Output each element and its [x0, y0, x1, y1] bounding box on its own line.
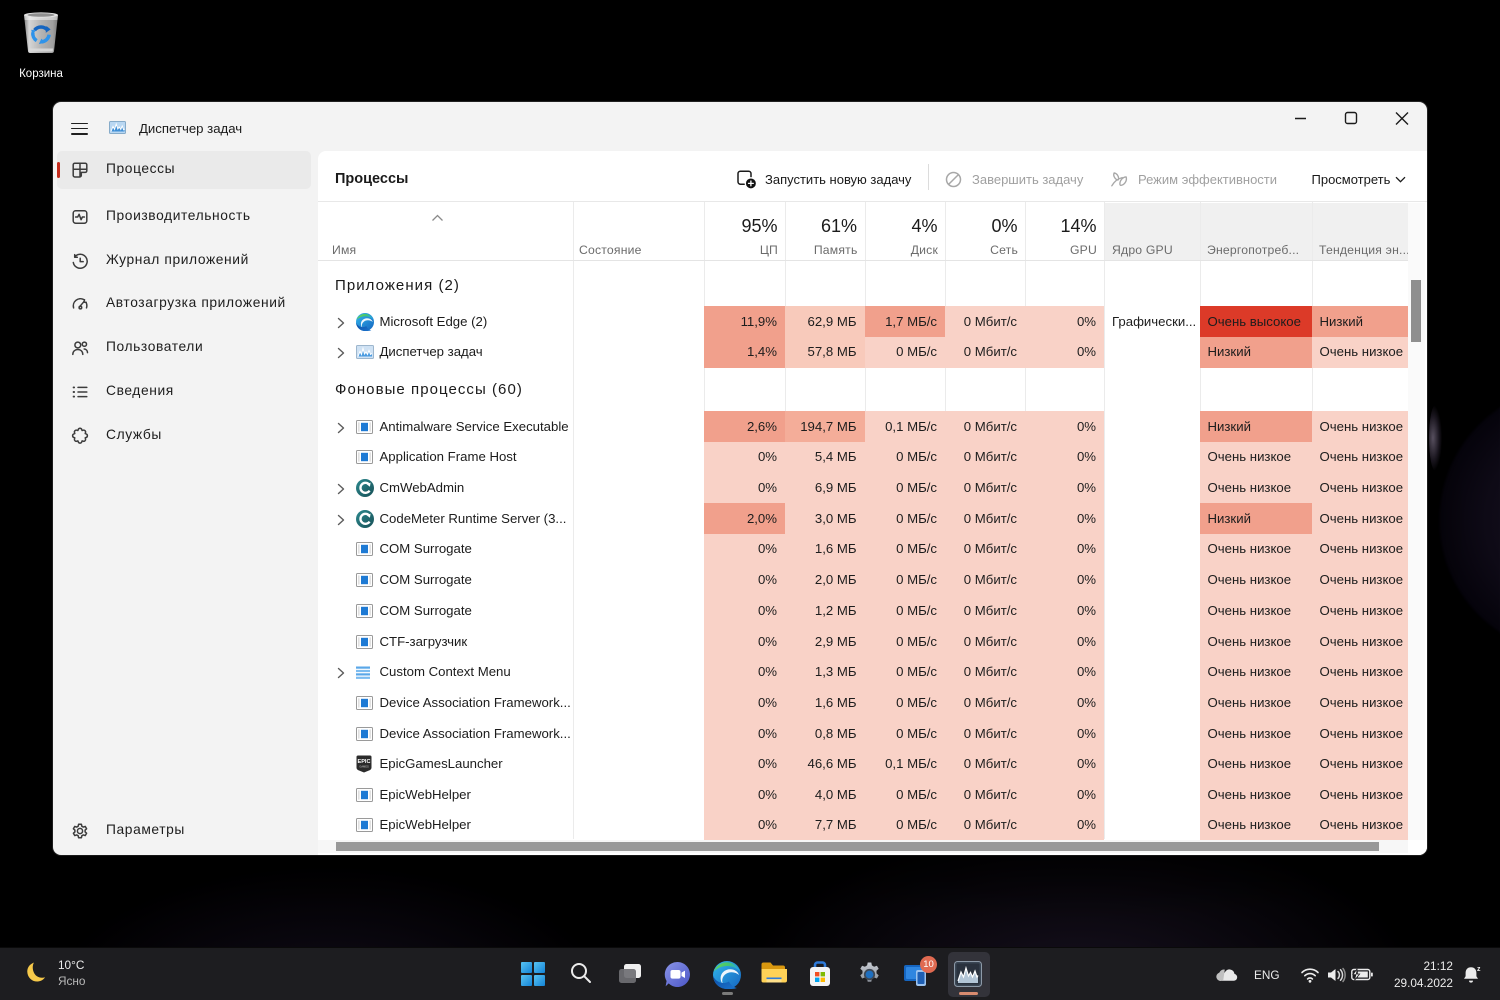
svg-text:GAMES: GAMES — [359, 765, 369, 769]
svg-text:EPIC: EPIC — [357, 759, 370, 765]
svg-text:z: z — [1477, 966, 1481, 973]
